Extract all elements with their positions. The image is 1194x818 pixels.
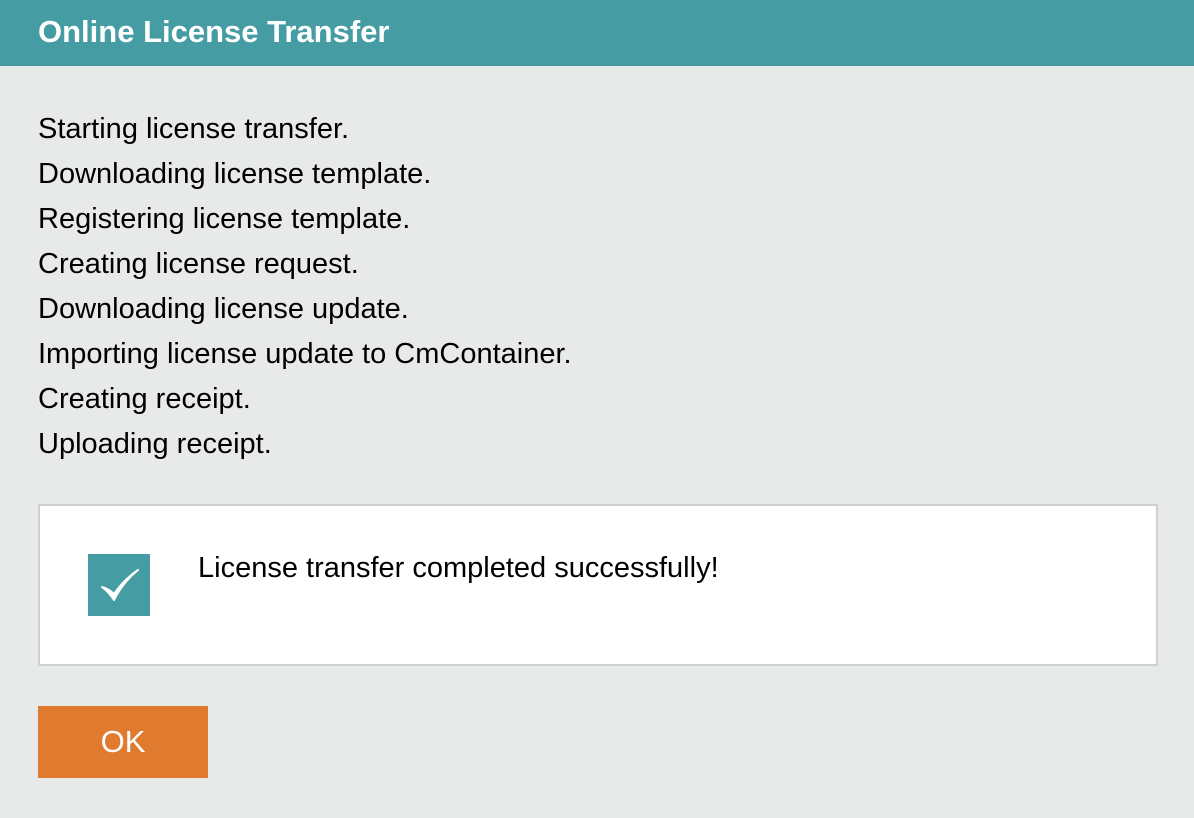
result-message: License transfer completed successfully! [198,552,719,584]
title-bar: Online License Transfer [0,0,1194,66]
log-line: Downloading license update. [38,293,409,325]
progress-log: Starting license transfer. Downloading l… [38,107,572,467]
checkmark-icon [88,554,150,616]
log-line: Importing license update to CmContainer. [38,338,572,370]
log-line: Creating license request. [38,248,359,280]
result-panel: License transfer completed successfully! [38,504,1158,666]
dialog-title: Online License Transfer [38,14,390,49]
log-line: Starting license transfer. [38,113,350,145]
log-line: Downloading license template. [38,158,432,190]
log-line: Creating receipt. [38,383,251,415]
log-line: Registering license template. [38,203,411,235]
ok-button[interactable]: OK [38,706,208,778]
log-line: Uploading receipt. [38,428,272,460]
